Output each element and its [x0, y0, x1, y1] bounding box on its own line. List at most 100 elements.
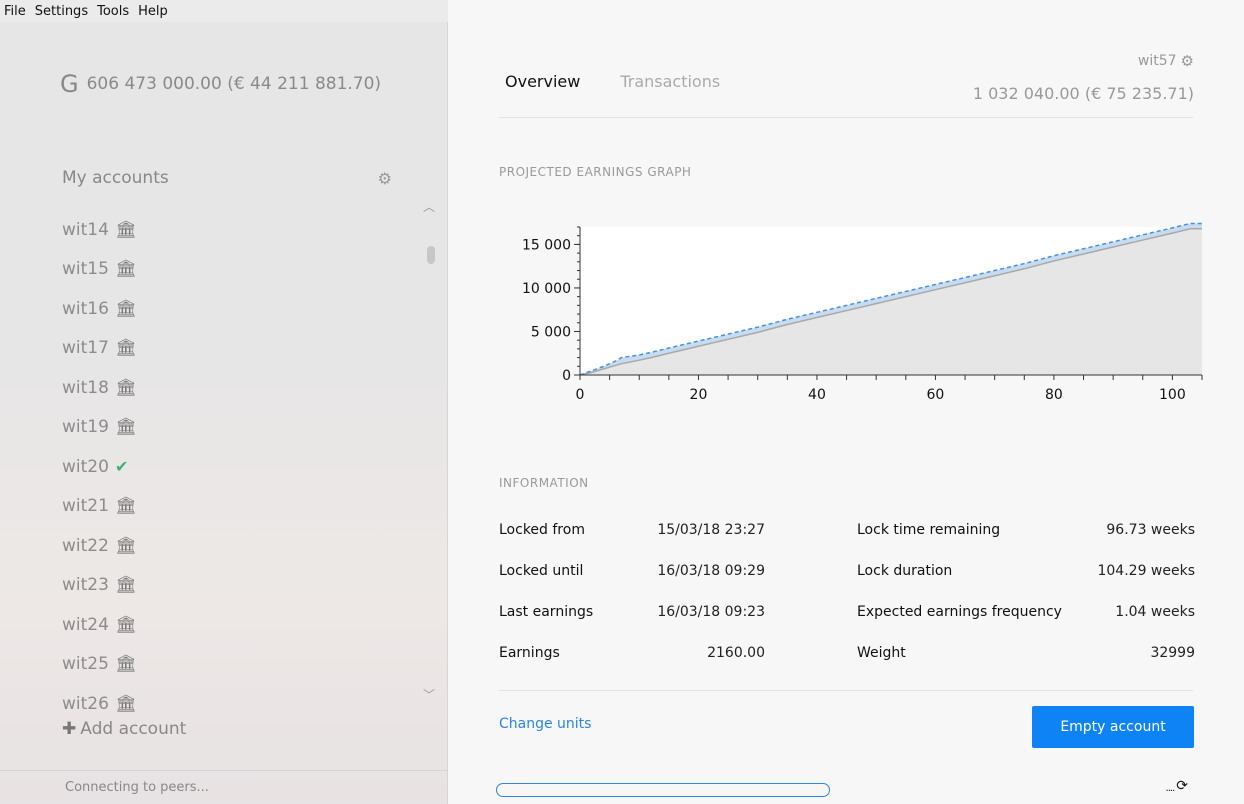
account-item-label: wit23	[62, 575, 109, 596]
x-tick-label: 80	[1045, 387, 1063, 403]
menu-bar: File Settings Tools Help	[0, 0, 448, 22]
y-tick-label: 5 000	[531, 324, 571, 340]
account-gear-icon[interactable]: ⚙	[1181, 52, 1194, 70]
account-item-label: wit22	[62, 535, 109, 556]
bank-icon: 🏛	[114, 693, 137, 714]
empty-account-button[interactable]: Empty account	[1032, 706, 1194, 748]
x-tick-label: 40	[808, 387, 826, 403]
bank-icon: 🏛	[114, 377, 137, 398]
bank-icon: 🏛	[114, 575, 137, 596]
info-label: Last earnings	[499, 604, 594, 620]
tab-transactions[interactable]: Transactions	[620, 72, 720, 91]
info-value: 1.04 weeks	[1115, 604, 1195, 620]
x-tick-label: 20	[690, 387, 708, 403]
sync-indicator: .... ⟳	[1166, 778, 1188, 794]
menu-settings[interactable]: Settings	[35, 4, 88, 19]
account-balance: 1 032 040.00 (€ 75 235.71)	[972, 84, 1194, 103]
info-label: Weight	[857, 645, 906, 661]
menu-file[interactable]: File	[4, 4, 26, 19]
info-label: Lock time remaining	[857, 522, 1001, 538]
y-tick-label: 15 000	[522, 237, 571, 253]
divider	[499, 690, 1193, 691]
tab-overview[interactable]: Overview	[505, 72, 580, 91]
menu-help[interactable]: Help	[138, 4, 168, 19]
scroll-up-icon[interactable]: ︿	[423, 198, 435, 215]
account-item-wit17[interactable]: wit17 🏛	[62, 329, 422, 369]
accounts-gear-icon[interactable]: ⚙	[378, 169, 392, 188]
status-text: Connecting to peers...	[65, 780, 209, 795]
info-row: Last earnings 16/03/18 09:23 Expected earn…	[499, 604, 1195, 645]
account-name-label: wit57	[1137, 53, 1177, 69]
check-icon: ✔	[114, 457, 129, 477]
accounts-header-label: My accounts	[62, 168, 169, 188]
accounts-header: My accounts ⚙	[62, 168, 392, 188]
status-bar: Connecting to peers...	[0, 770, 448, 804]
account-item-label: wit17	[62, 338, 109, 359]
account-item-label: wit18	[62, 377, 109, 398]
info-value: 15/03/18 23:27	[657, 522, 765, 538]
sidebar: G 606 473 000.00 (€ 44 211 881.70) My ac…	[0, 22, 448, 804]
info-label: Expected earnings frequency	[857, 604, 1062, 620]
account-item-wit24[interactable]: wit24 🏛	[62, 605, 422, 645]
tab-bar: Overview Transactions	[505, 72, 760, 91]
earnings-chart: 0 5 000 10 000 15 000 0 20 40 60 80 100	[522, 222, 1203, 403]
x-tick-label: 100	[1159, 387, 1186, 403]
info-value: 16/03/18 09:29	[657, 563, 765, 579]
divider	[499, 117, 1193, 118]
account-item-label: wit26	[62, 693, 109, 714]
total-balance-value: 606 473 000.00 (€ 44 211 881.70)	[86, 74, 382, 94]
bank-icon: 🏛	[114, 259, 137, 280]
account-item-label: wit24	[62, 614, 109, 635]
account-item-wit20[interactable]: wit20 ✔	[62, 447, 422, 487]
accounts-list: wit14 🏛 wit15 🏛 wit16 🏛 wit17 🏛 wit18 🏛 wit19 🏛 wit2…	[62, 210, 422, 724]
info-value: 104.29 weeks	[1097, 563, 1195, 579]
add-account-button[interactable]: ✚ Add account	[62, 719, 186, 739]
sync-dots: ....	[1165, 783, 1176, 794]
info-row: Earnings 2160.00 Weight 32999	[499, 645, 1195, 686]
account-item-label: wit19	[62, 417, 109, 438]
account-item-label: wit25	[62, 654, 109, 675]
bank-icon: 🏛	[114, 614, 137, 635]
info-value: 16/03/18 09:23	[657, 604, 765, 620]
info-label: Locked until	[499, 563, 584, 579]
scroll-down-icon[interactable]: ﹀	[423, 686, 435, 703]
bank-icon: 🏛	[114, 535, 137, 556]
sync-icon[interactable]: ⟳	[1176, 778, 1188, 794]
gulden-logo-icon: G	[60, 70, 79, 98]
bank-icon: 🏛	[114, 338, 137, 359]
bank-icon: 🏛	[114, 417, 137, 438]
account-item-wit16[interactable]: wit16 🏛	[62, 289, 422, 329]
info-label: Earnings	[499, 645, 560, 661]
account-item-wit22[interactable]: wit22 🏛	[62, 526, 422, 566]
menu-tools[interactable]: Tools	[97, 4, 129, 19]
main-panel: Overview Transactions wit57 ⚙ 1 032 040.…	[449, 0, 1244, 804]
total-balance: G 606 473 000.00 (€ 44 211 881.70)	[60, 70, 381, 98]
information-table: Locked from 15/03/18 23:27 Lock time remai…	[499, 522, 1195, 686]
x-tick-label: 0	[576, 387, 585, 403]
bank-icon: 🏛	[114, 496, 137, 517]
info-row: Locked until 16/03/18 09:29 Lock duration 1…	[499, 563, 1195, 604]
y-tick-label: 0	[562, 368, 571, 384]
account-item-wit19[interactable]: wit19 🏛	[62, 408, 422, 448]
account-item-wit26[interactable]: wit26 🏛	[62, 684, 422, 724]
account-item-wit21[interactable]: wit21 🏛	[62, 487, 422, 527]
account-name: wit57 ⚙	[1138, 52, 1194, 70]
info-value: 96.73 weeks	[1106, 522, 1195, 538]
plus-icon: ✚	[62, 719, 77, 739]
scrollbar-thumb[interactable]	[427, 246, 435, 264]
info-row: Locked from 15/03/18 23:27 Lock time remai…	[499, 522, 1195, 563]
x-tick-label: 60	[927, 387, 945, 403]
bank-icon: 🏛	[114, 298, 137, 319]
account-item-wit23[interactable]: wit23 🏛	[62, 566, 422, 606]
account-item-label: wit20	[62, 456, 109, 477]
bank-icon: 🏛	[114, 219, 137, 240]
account-item-wit18[interactable]: wit18 🏛	[62, 368, 422, 408]
info-value: 2160.00	[707, 645, 765, 661]
info-label: Lock duration	[857, 563, 953, 579]
info-title: INFORMATION	[499, 476, 589, 490]
account-item-wit14[interactable]: wit14 🏛	[62, 210, 422, 250]
change-units-link[interactable]: Change units	[499, 716, 591, 732]
graph-title: PROJECTED EARNINGS GRAPH	[499, 165, 692, 179]
account-item-wit25[interactable]: wit25 🏛	[62, 645, 422, 685]
account-item-wit15[interactable]: wit15 🏛	[62, 250, 422, 290]
